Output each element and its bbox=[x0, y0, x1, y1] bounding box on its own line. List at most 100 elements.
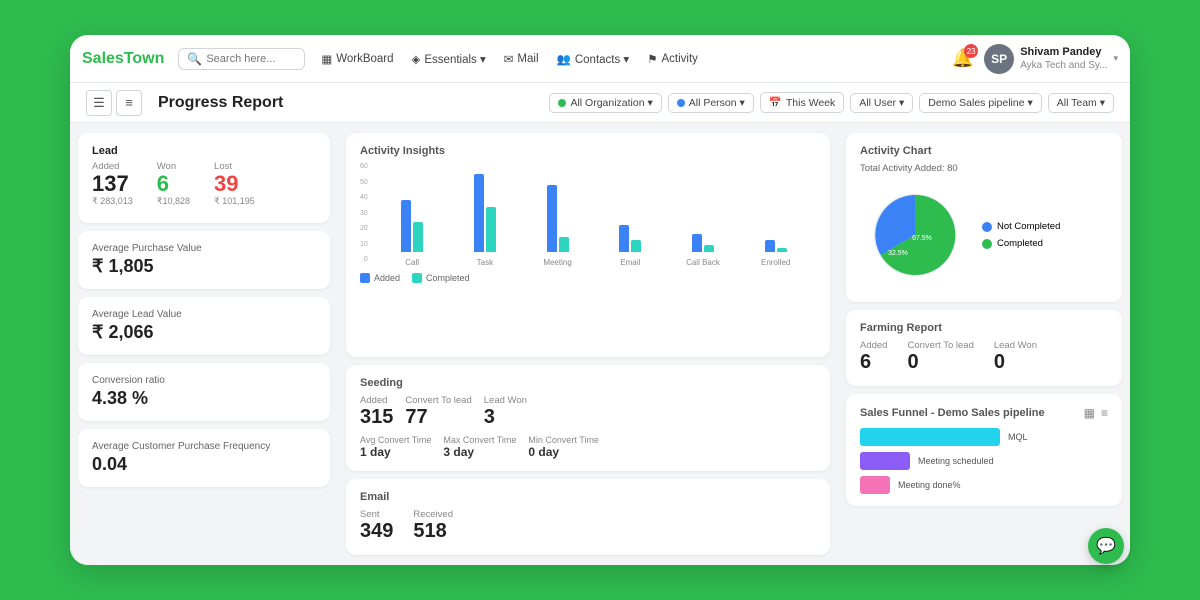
seeding-convert-label: Convert To lead bbox=[405, 395, 471, 406]
seeding-card: Seeding Added 315 Convert To lead 77 Lea… bbox=[346, 365, 830, 471]
farming-won: Lead Won 0 bbox=[994, 340, 1037, 374]
total-activity: Total Activity Added: 80 bbox=[860, 163, 1108, 174]
lead-added-sub: ₹ 283,013 bbox=[92, 196, 133, 207]
filter-week[interactable]: 📅 This Week bbox=[760, 92, 844, 113]
funnel-title: Sales Funnel - Demo Sales pipeline bbox=[860, 407, 1045, 419]
bar-group-call: Call bbox=[376, 200, 449, 268]
funnel-bars: MQL Meeting scheduled Meeting done% bbox=[860, 428, 1108, 494]
pie-completed-pct: 67.5% bbox=[912, 235, 932, 242]
bar-group-meeting: Meeting bbox=[521, 185, 594, 268]
topnav: SalesTown 🔍 ▦ WorkBoard ◈ Essentials ▾ ✉… bbox=[70, 35, 1130, 83]
max-convert-value: 3 day bbox=[443, 445, 516, 459]
filter-bar: All Organization ▾ All Person ▾ 📅 This W… bbox=[549, 92, 1114, 113]
filter-organization[interactable]: All Organization ▾ bbox=[549, 93, 661, 113]
bar-label: Enrolled bbox=[761, 258, 790, 267]
farming-won-label: Lead Won bbox=[994, 340, 1037, 351]
seeding-sub-metrics: Avg Convert Time 1 day Max Convert Time … bbox=[360, 435, 816, 459]
lead-card: Lead Added 137 ₹ 283,013 Won 6 ₹10,828 L… bbox=[78, 133, 330, 223]
email-title: Email bbox=[360, 491, 816, 503]
activity-insights-card: Activity Insights 0102030405060 CallTask… bbox=[346, 133, 830, 357]
pie-chart-wrap: 67.5% 32.5% Not Completed Completed bbox=[860, 180, 1108, 290]
avg-freq-label: Average Customer Purchase Frequency bbox=[92, 441, 316, 452]
user-text: Shivam Pandey Ayka Tech and Sy... bbox=[1020, 45, 1107, 72]
bar-group-call back: Call Back bbox=[667, 234, 740, 267]
min-convert-value: 0 day bbox=[528, 445, 599, 459]
email-sent: Sent 349 bbox=[360, 509, 393, 543]
bar-added bbox=[474, 174, 484, 252]
nav-contacts[interactable]: 👥 Contacts ▾ bbox=[549, 48, 638, 70]
filter-person[interactable]: All Person ▾ bbox=[668, 93, 754, 113]
activity-chart-title: Activity Chart bbox=[860, 145, 1108, 157]
email-received: Received 518 bbox=[413, 509, 453, 543]
lead-metrics: Added 137 ₹ 283,013 Won 6 ₹10,828 Lost 3… bbox=[92, 161, 316, 207]
seeding-added-value: 315 bbox=[360, 406, 393, 429]
max-convert-time: Max Convert Time 3 day bbox=[443, 435, 516, 459]
nav-activity[interactable]: ⚑ Activity bbox=[639, 48, 706, 70]
farming-metrics: Added 6 Convert To lead 0 Lead Won 0 bbox=[860, 340, 1108, 374]
search-input[interactable] bbox=[206, 53, 296, 65]
bar-group-enrolled: Enrolled bbox=[739, 240, 812, 267]
avg-lead-value: ₹ 2,066 bbox=[92, 322, 316, 343]
funnel-bar-meeting-scheduled bbox=[860, 452, 910, 470]
activity-icon: ⚑ bbox=[647, 52, 657, 66]
search-box[interactable]: 🔍 bbox=[178, 48, 305, 70]
avg-convert-label: Avg Convert Time bbox=[360, 435, 431, 445]
pie-legend-not-completed: Not Completed bbox=[982, 221, 1060, 232]
seeding-won: Lead Won 3 bbox=[484, 395, 527, 429]
nav-essentials-label: Essentials ▾ bbox=[424, 52, 485, 66]
bar-completed bbox=[559, 237, 569, 252]
nav-workboard[interactable]: ▦ WorkBoard bbox=[313, 48, 401, 70]
main-content: Lead Added 137 ₹ 283,013 Won 6 ₹10,828 L… bbox=[70, 123, 1130, 565]
legend-added: Added bbox=[360, 273, 400, 283]
lead-won-group: Won 6 ₹10,828 bbox=[157, 161, 190, 207]
nav-mail[interactable]: ✉ Mail bbox=[496, 48, 547, 70]
user-info[interactable]: SP Shivam Pandey Ayka Tech and Sy... ▾ bbox=[984, 44, 1118, 74]
funnel-row-mql: MQL bbox=[860, 428, 1108, 446]
mail-icon: ✉ bbox=[504, 52, 514, 66]
farming-card: Farming Report Added 6 Convert To lead 0… bbox=[846, 310, 1122, 386]
nav-activity-label: Activity bbox=[662, 53, 698, 65]
filter-user-label: All User ▾ bbox=[859, 97, 904, 109]
nav-essentials[interactable]: ◈ Essentials ▾ bbox=[404, 48, 494, 70]
bar-chart: CallTaskMeetingEmailCall BackEnrolled bbox=[372, 167, 816, 267]
lead-lost-value: 39 bbox=[214, 172, 255, 196]
farming-convert-label: Convert To lead bbox=[907, 340, 973, 351]
grid-view-button[interactable]: ☰ bbox=[86, 90, 112, 116]
menu-icon[interactable]: ≡ bbox=[1101, 406, 1108, 420]
conversion-label: Conversion ratio bbox=[92, 375, 316, 386]
bar-chart-icon[interactable]: ▦ bbox=[1084, 406, 1095, 420]
app-logo[interactable]: SalesTown bbox=[82, 50, 164, 68]
toolbar: ☰ ≡ Progress Report All Organization ▾ A… bbox=[70, 83, 1130, 123]
list-view-button[interactable]: ≡ bbox=[116, 90, 142, 116]
lead-card-title: Lead bbox=[92, 145, 316, 157]
toolbar-icons: ☰ ≡ bbox=[86, 90, 142, 116]
bar-completed bbox=[777, 248, 787, 253]
filter-user[interactable]: All User ▾ bbox=[850, 93, 913, 113]
bar-group-email: Email bbox=[594, 225, 667, 267]
email-metrics: Sent 349 Received 518 bbox=[360, 509, 816, 543]
workboard-icon: ▦ bbox=[321, 52, 332, 66]
bar-label: Email bbox=[620, 258, 640, 267]
funnel-label-meeting-done: Meeting done% bbox=[898, 480, 961, 490]
bar-label: Call Back bbox=[686, 258, 720, 267]
avatar: SP bbox=[984, 44, 1014, 74]
lead-added-group: Added 137 ₹ 283,013 bbox=[92, 161, 133, 207]
filter-team[interactable]: All Team ▾ bbox=[1048, 93, 1114, 113]
notification-bell[interactable]: 🔔 23 bbox=[952, 48, 974, 69]
avg-lead-card: Average Lead Value ₹ 2,066 bbox=[78, 297, 330, 355]
nav-mail-label: Mail bbox=[517, 53, 538, 65]
chat-button[interactable]: 💬 bbox=[1088, 528, 1124, 564]
funnel-bar-mql bbox=[860, 428, 1000, 446]
filter-org-label: All Organization ▾ bbox=[570, 97, 652, 109]
lead-won-value: 6 bbox=[157, 172, 190, 196]
farming-convert-value: 0 bbox=[907, 351, 973, 374]
email-sent-label: Sent bbox=[360, 509, 393, 520]
completed-dot bbox=[982, 239, 992, 249]
center-panel: Activity Insights 0102030405060 CallTask… bbox=[338, 123, 838, 565]
user-name: Shivam Pandey bbox=[1020, 45, 1107, 59]
bar-added bbox=[619, 225, 629, 252]
filter-pipeline[interactable]: Demo Sales pipeline ▾ bbox=[919, 93, 1042, 113]
completed-label: Completed bbox=[997, 238, 1043, 249]
seeding-won-label: Lead Won bbox=[484, 395, 527, 406]
user-chevron-icon: ▾ bbox=[1113, 53, 1118, 64]
